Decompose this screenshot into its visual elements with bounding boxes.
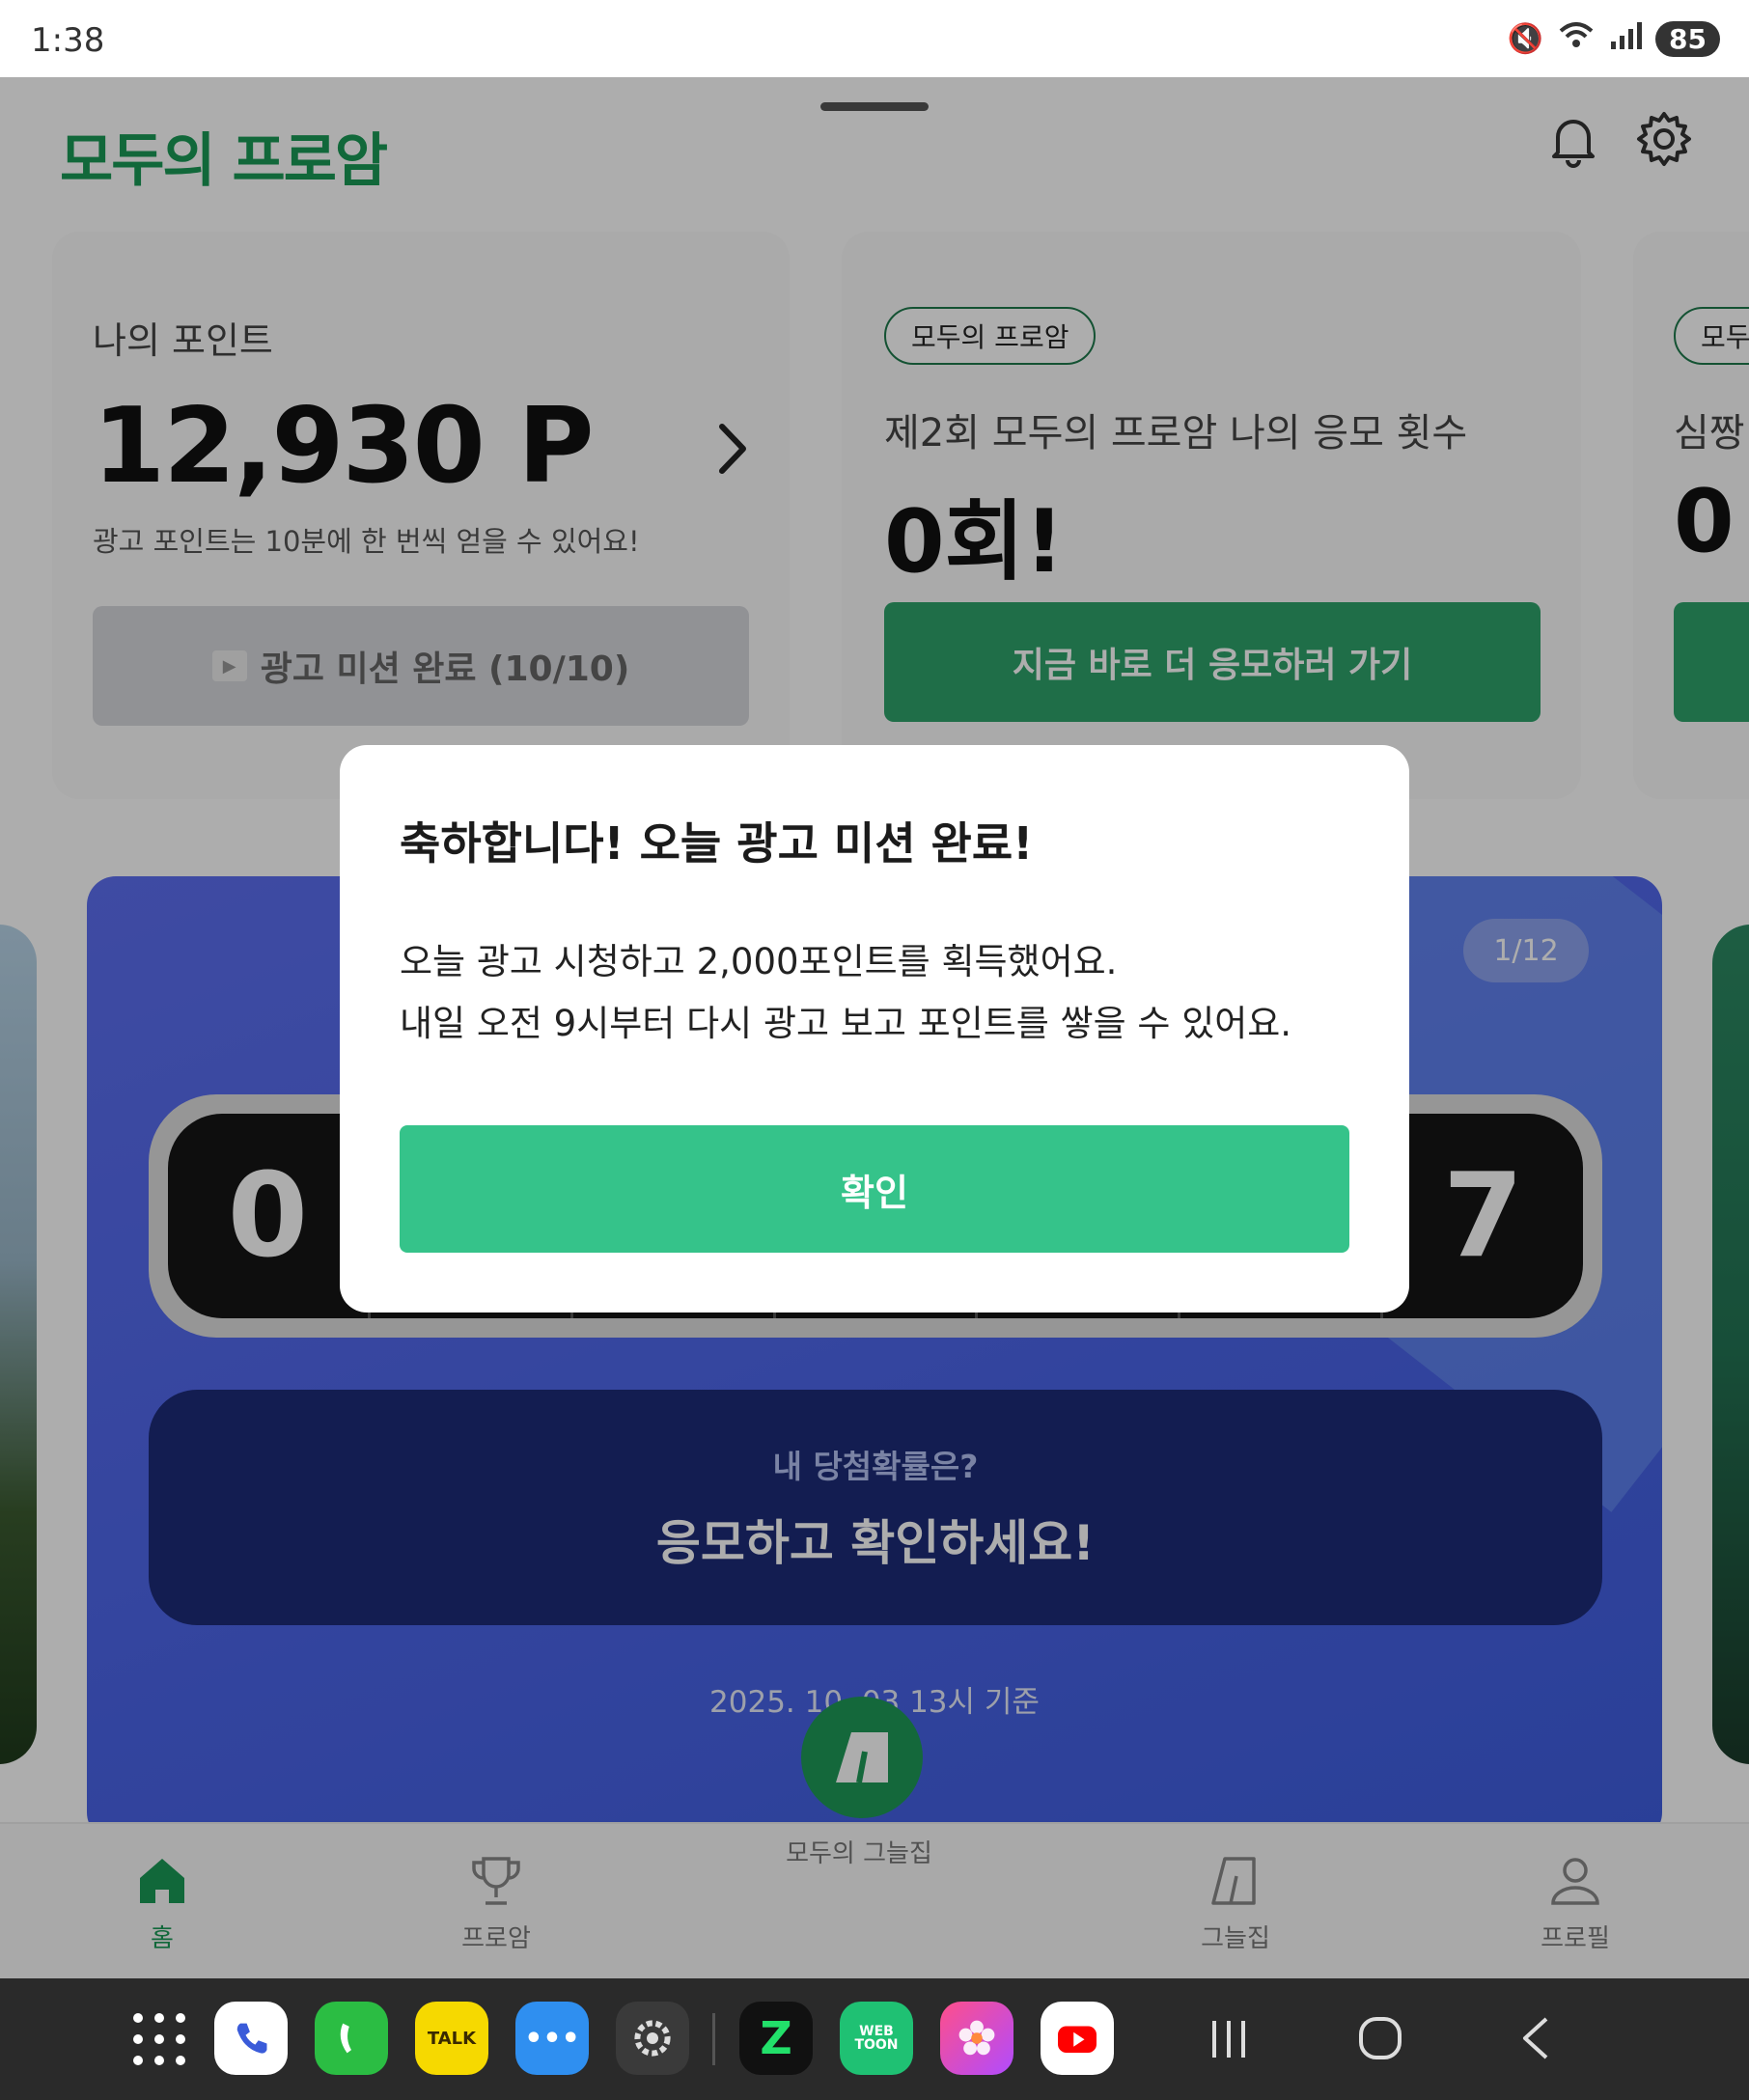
- battery-indicator: 85: [1655, 20, 1720, 57]
- confirm-button[interactable]: 확인: [400, 1125, 1349, 1253]
- youtube-icon[interactable]: [1041, 2002, 1114, 2075]
- mute-icon: 🔇: [1507, 21, 1544, 56]
- kakaotalk-label: TALK: [427, 2028, 477, 2049]
- wifi-icon: [1557, 19, 1596, 58]
- zigzag-icon[interactable]: Z: [739, 2002, 813, 2075]
- home-button-icon[interactable]: [1355, 2013, 1405, 2063]
- back-icon[interactable]: [1513, 2013, 1562, 2063]
- settings-icon[interactable]: [616, 2002, 689, 2075]
- messages-icon[interactable]: •••: [515, 2002, 589, 2075]
- recents-icon[interactable]: [1205, 2015, 1253, 2063]
- dialog-title: 축하합니다! 오늘 광고 미션 완료!: [400, 817, 1034, 870]
- dialog-message-line: 내일 오전 9시부터 다시 광고 보고 포인트를 쌓을 수 있어요.: [400, 1003, 1292, 1044]
- status-bar: 1:38 🔇 85: [0, 0, 1749, 77]
- signal-icon: [1609, 20, 1643, 57]
- dialog-message-line: 오늘 광고 시청하고 2,000포인트를 획득했어요.: [400, 941, 1118, 982]
- apps-grid-icon[interactable]: [125, 2005, 193, 2073]
- dock-separator: [712, 2013, 715, 2065]
- phone-icon[interactable]: [214, 2002, 288, 2075]
- kakaotalk-icon[interactable]: TALK: [415, 2002, 488, 2075]
- mission-complete-dialog: 축하합니다! 오늘 광고 미션 완료! 오늘 광고 시청하고 2,000포인트를…: [340, 745, 1409, 1312]
- webtoon-label: WEB TOON: [854, 2024, 899, 2053]
- gallery-icon[interactable]: [940, 2002, 1013, 2075]
- call-icon[interactable]: [315, 2002, 388, 2075]
- webtoon-icon[interactable]: WEB TOON: [840, 2002, 913, 2075]
- status-icons: 🔇 85: [1508, 19, 1720, 58]
- system-nav-bar: TALK ••• Z WEB TOON: [0, 1978, 1749, 2100]
- status-time: 1:38: [31, 21, 105, 60]
